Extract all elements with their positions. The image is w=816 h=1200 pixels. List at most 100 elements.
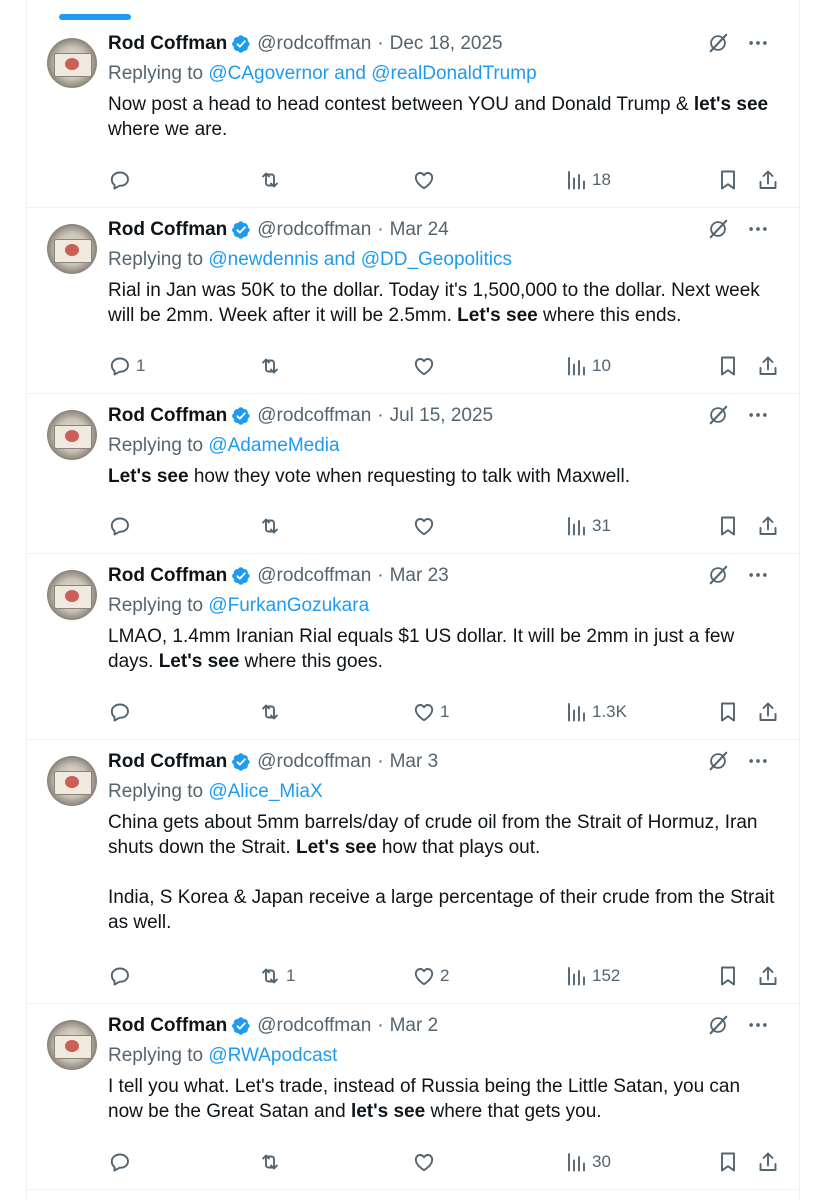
reply-button[interactable]: 1 bbox=[108, 354, 145, 378]
tweet[interactable]: Rod Coffman @rodcoffman · Mar 3 Replying… bbox=[27, 740, 799, 1004]
reply-button[interactable] bbox=[108, 514, 136, 538]
grok-icon[interactable] bbox=[707, 404, 729, 426]
bookmark-button[interactable] bbox=[716, 1150, 740, 1174]
bookmark-button[interactable] bbox=[716, 700, 740, 724]
avatar[interactable] bbox=[47, 410, 97, 460]
views-button[interactable]: 1.3K bbox=[564, 700, 627, 724]
tweet-date[interactable]: Mar 23 bbox=[390, 565, 449, 587]
author-handle[interactable]: @rodcoffman bbox=[257, 565, 371, 587]
bookmark-icon bbox=[721, 356, 735, 376]
share-icon bbox=[759, 356, 777, 375]
bookmark-icon bbox=[721, 966, 735, 986]
tweet-date[interactable]: Jul 15, 2025 bbox=[390, 405, 494, 427]
views-button[interactable]: 10 bbox=[564, 354, 611, 378]
views-button[interactable]: 152 bbox=[564, 964, 620, 988]
mention-link[interactable]: @FurkanGozukara bbox=[208, 595, 369, 616]
bookmark-button[interactable] bbox=[716, 354, 740, 378]
mention-link[interactable]: @AdameMedia bbox=[208, 435, 339, 456]
views-count: 18 bbox=[592, 170, 611, 189]
grok-icon[interactable] bbox=[707, 564, 729, 586]
author-handle[interactable]: @rodcoffman bbox=[257, 405, 371, 427]
mention-link[interactable]: @Alice_MiaX bbox=[208, 781, 322, 802]
bookmark-button[interactable] bbox=[716, 514, 740, 538]
bookmark-button[interactable] bbox=[716, 964, 740, 988]
author-name[interactable]: Rod Coffman bbox=[108, 1015, 227, 1037]
more-icon[interactable] bbox=[747, 1014, 769, 1036]
more-icon[interactable] bbox=[747, 218, 769, 240]
tweet-date[interactable]: Dec 18, 2025 bbox=[390, 33, 503, 55]
like-button[interactable]: 1 bbox=[412, 700, 449, 724]
grok-icon[interactable] bbox=[707, 218, 729, 240]
author-handle[interactable]: @rodcoffman bbox=[257, 751, 371, 773]
author-handle[interactable]: @rodcoffman bbox=[257, 33, 371, 55]
like-button[interactable] bbox=[412, 168, 440, 192]
bookmark-icon bbox=[721, 1152, 735, 1172]
retweet-button[interactable] bbox=[258, 354, 286, 378]
avatar[interactable] bbox=[47, 756, 97, 806]
replying-to-label: Replying to bbox=[108, 781, 209, 802]
text-run: where we are. bbox=[108, 119, 228, 140]
share-button[interactable] bbox=[756, 700, 780, 724]
more-icon[interactable] bbox=[747, 564, 769, 586]
author-handle[interactable]: @rodcoffman bbox=[257, 1015, 371, 1037]
replying-to: Replying to @RWApodcast bbox=[108, 1045, 337, 1067]
retweet-button[interactable]: 1 bbox=[258, 964, 295, 988]
author-handle[interactable]: @rodcoffman bbox=[257, 219, 371, 241]
verified-badge-icon bbox=[232, 407, 250, 425]
mention-link[interactable]: @RWApodcast bbox=[208, 1045, 337, 1066]
avatar[interactable] bbox=[47, 570, 97, 620]
share-button[interactable] bbox=[756, 168, 780, 192]
author-name[interactable]: Rod Coffman bbox=[108, 751, 227, 773]
tweet-text: Rial in Jan was 50K to the dollar. Today… bbox=[108, 278, 778, 328]
mention-link[interactable]: @newdennis and @DD_Geopolitics bbox=[208, 249, 512, 270]
author-name[interactable]: Rod Coffman bbox=[108, 33, 227, 55]
reply-button[interactable] bbox=[108, 964, 136, 988]
retweet-button[interactable] bbox=[258, 700, 286, 724]
retweet-button[interactable] bbox=[258, 168, 286, 192]
tweet-header: Rod Coffman @rodcoffman · Mar 23 bbox=[108, 564, 449, 588]
grok-icon[interactable] bbox=[707, 750, 729, 772]
grok-icon[interactable] bbox=[707, 32, 729, 54]
tweet[interactable]: Rod Coffman @rodcoffman · Mar 2 Replying… bbox=[27, 1004, 799, 1190]
like-button[interactable] bbox=[412, 354, 440, 378]
reply-button[interactable] bbox=[108, 1150, 136, 1174]
avatar[interactable] bbox=[47, 1020, 97, 1070]
tweet[interactable]: Rod Coffman @rodcoffman · Mar 24 Replyin… bbox=[27, 208, 799, 394]
bookmark-button[interactable] bbox=[716, 168, 740, 192]
avatar[interactable] bbox=[47, 224, 97, 274]
tweet-date[interactable]: Mar 24 bbox=[390, 219, 449, 241]
views-button[interactable]: 30 bbox=[564, 1150, 611, 1174]
tweet[interactable]: Rod Coffman @rodcoffman · Dec 18, 2025 R… bbox=[27, 22, 799, 208]
views-button[interactable]: 31 bbox=[564, 514, 611, 538]
action-bar: 31 bbox=[108, 514, 784, 538]
views-button[interactable]: 18 bbox=[564, 168, 611, 192]
like-button[interactable]: 2 bbox=[412, 964, 449, 988]
reply-icon bbox=[110, 171, 129, 190]
retweet-icon bbox=[262, 518, 278, 534]
author-name[interactable]: Rod Coffman bbox=[108, 219, 227, 241]
tweet[interactable]: Rod Coffman @rodcoffman · Mar 23 Replyin… bbox=[27, 554, 799, 740]
mention-link[interactable]: @CAgovernor and @realDonaldTrump bbox=[208, 63, 536, 84]
more-icon[interactable] bbox=[747, 404, 769, 426]
like-button[interactable] bbox=[412, 514, 440, 538]
retweet-button[interactable] bbox=[258, 1150, 286, 1174]
author-name[interactable]: Rod Coffman bbox=[108, 405, 227, 427]
reply-button[interactable] bbox=[108, 168, 136, 192]
tweet-header: Rod Coffman @rodcoffman · Dec 18, 2025 bbox=[108, 32, 503, 56]
share-button[interactable] bbox=[756, 514, 780, 538]
share-button[interactable] bbox=[756, 1150, 780, 1174]
more-icon[interactable] bbox=[747, 750, 769, 772]
tweet[interactable]: Rod Coffman @rodcoffman · Jul 15, 2025 R… bbox=[27, 394, 799, 554]
more-icon[interactable] bbox=[747, 32, 769, 54]
tweet-date[interactable]: Mar 3 bbox=[390, 751, 439, 773]
author-name[interactable]: Rod Coffman bbox=[108, 565, 227, 587]
tweet-date[interactable]: Mar 2 bbox=[390, 1015, 439, 1037]
avatar[interactable] bbox=[47, 38, 97, 88]
reply-button[interactable] bbox=[108, 700, 136, 724]
like-button[interactable] bbox=[412, 1150, 440, 1174]
share-button[interactable] bbox=[756, 354, 780, 378]
grok-icon[interactable] bbox=[707, 1014, 729, 1036]
retweet-button[interactable] bbox=[258, 514, 286, 538]
like-icon bbox=[414, 1154, 434, 1172]
share-button[interactable] bbox=[756, 964, 780, 988]
